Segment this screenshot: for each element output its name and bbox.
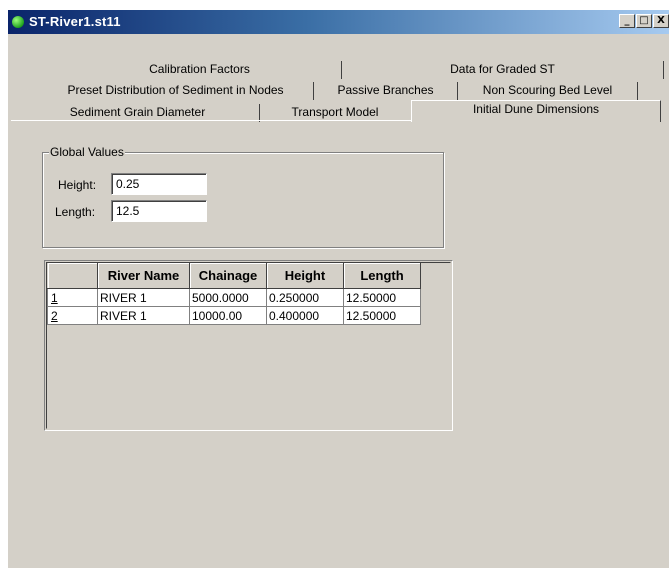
tab-panel-edge [11,120,412,121]
title-bar[interactable]: ST-River1.st11 _ □ X [8,10,669,34]
row-number[interactable]: 1 [47,288,98,307]
tab-label: Initial Dune Dimensions [472,102,600,116]
height-header[interactable]: Height [266,263,344,289]
close-icon: X [657,15,665,26]
window-title: ST-River1.st11 [29,14,121,29]
height-input[interactable]: 0.25 [111,173,207,195]
tab-label: Sediment Grain Diameter [69,105,206,119]
chainage-cell[interactable]: 5000.0000 [189,288,267,307]
row-number-header[interactable] [47,263,98,289]
dune-dimensions-grid[interactable]: River Name Chainage Height Length 1 RIVE… [44,260,453,431]
tab-passive-branches[interactable]: Passive Branches [314,82,458,100]
height-label: Height: [58,178,97,192]
table-row[interactable]: 1 RIVER 1 5000.0000 0.250000 12.50000 [47,288,421,307]
height-cell[interactable]: 0.400000 [266,306,344,325]
tab-label: Transport Model [291,105,379,119]
table-row[interactable]: 2 RIVER 1 10000.00 0.400000 12.50000 [47,306,421,325]
tab-data-for-graded-st[interactable]: Data for Graded ST [342,61,664,79]
grid-header-row: River Name Chainage Height Length [47,263,421,289]
minimize-button[interactable]: _ [619,14,635,28]
close-button[interactable]: X [653,14,669,28]
maximize-icon: □ [639,15,649,26]
river-name-cell[interactable]: RIVER 1 [97,306,190,325]
height-cell[interactable]: 0.250000 [266,288,344,307]
tab-label: Preset Distribution of Sediment in Nodes [67,83,284,97]
chainage-header[interactable]: Chainage [189,263,267,289]
chainage-cell[interactable]: 10000.00 [189,306,267,325]
tab-calibration-factors[interactable]: Calibration Factors [58,61,342,79]
length-input[interactable]: 12.5 [111,200,207,222]
tab-label: Passive Branches [337,83,434,97]
group-title: Global Values [49,145,125,159]
length-cell[interactable]: 12.50000 [343,306,421,325]
app-icon [12,16,24,28]
tab-label: Calibration Factors [149,62,250,76]
river-name-cell[interactable]: RIVER 1 [97,288,190,307]
row-number[interactable]: 2 [47,306,98,325]
global-values-group: Global Values [42,145,444,248]
tab-non-scouring-bed-level[interactable]: Non Scouring Bed Level [458,82,638,100]
tab-label: Data for Graded ST [450,62,555,76]
length-header[interactable]: Length [343,263,421,289]
minimize-icon: _ [624,15,630,26]
maximize-button[interactable]: □ [636,14,652,28]
dialog-window: ST-River1.st11 _ □ X Calibration Factors… [7,9,669,568]
tab-preset-distribution[interactable]: Preset Distribution of Sediment in Nodes [38,82,314,100]
grid-table: River Name Chainage Height Length 1 RIVE… [47,263,421,325]
tab-label: Non Scouring Bed Level [482,83,613,97]
tab-initial-dune-dimensions[interactable]: Initial Dune Dimensions [411,100,661,122]
river-name-header[interactable]: River Name [97,263,190,289]
length-cell[interactable]: 12.50000 [343,288,421,307]
length-label: Length: [55,205,96,219]
